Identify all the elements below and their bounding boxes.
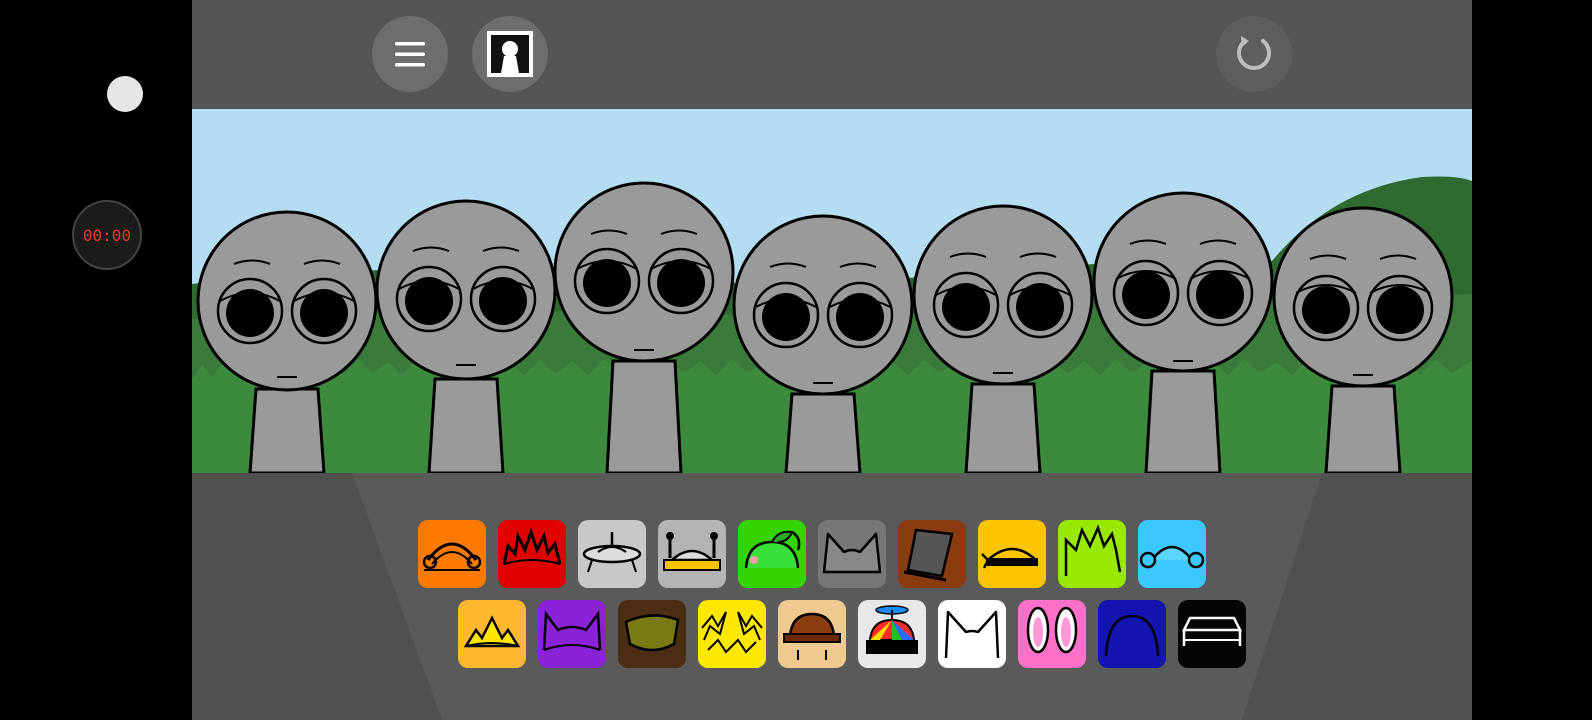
- swatch-yellow-headband[interactable]: [978, 520, 1046, 588]
- swatch-gray-antenna[interactable]: [658, 520, 726, 588]
- game-area: [192, 0, 1472, 720]
- recording-timer[interactable]: 00:00: [72, 200, 142, 270]
- swatch-olive-helmet[interactable]: [618, 600, 686, 668]
- sun-crown-icon: [463, 615, 521, 648]
- bunny-ears-icon: [1026, 606, 1078, 654]
- swatch-sun-crown[interactable]: [458, 600, 526, 668]
- earmuffs-icon: [1139, 545, 1205, 569]
- swatch-red-spiky[interactable]: [498, 520, 566, 588]
- hamburger-menu-icon: [395, 42, 425, 67]
- swatch-lime-spikes[interactable]: [1058, 520, 1126, 588]
- brown-hat-icon: [783, 612, 841, 660]
- reset-button[interactable]: [1216, 16, 1292, 92]
- bench-icon: [1181, 616, 1243, 646]
- lightning-icon: [701, 611, 763, 654]
- horns-icon: [542, 610, 602, 651]
- swatch-orange-headphones[interactable]: [418, 520, 486, 588]
- reset-icon: [1237, 36, 1271, 70]
- dome-icon: [1104, 614, 1160, 657]
- swatch-green-apple[interactable]: [738, 520, 806, 588]
- game-scene: [192, 109, 1472, 473]
- swatch-brown-tophat[interactable]: [898, 520, 966, 588]
- spiky-hair-icon: [502, 527, 562, 565]
- swatch-black-bench[interactable]: [1178, 600, 1246, 668]
- swatch-brown-hat[interactable]: [778, 600, 846, 668]
- right-black-bar: [1472, 0, 1592, 720]
- swatch-propeller-cap[interactable]: [858, 600, 926, 668]
- menu-button[interactable]: [372, 16, 448, 92]
- ufo-icon: [582, 532, 642, 573]
- photo-button[interactable]: [472, 16, 548, 92]
- swatch-cyan-earmuffs[interactable]: [1138, 520, 1206, 588]
- top-toolbar: [192, 0, 1472, 109]
- palette-row-1: [192, 520, 1472, 588]
- swatch-gray-cat-ears[interactable]: [818, 520, 886, 588]
- left-black-bar: 00:00: [0, 0, 192, 720]
- white-cat-ears-icon: [944, 610, 1000, 659]
- record-dot-icon[interactable]: [107, 76, 143, 112]
- antenna-helmet-icon: [663, 532, 721, 571]
- headphones-icon: [422, 542, 482, 571]
- apple-icon: [744, 530, 801, 569]
- portrait-photo-icon: [487, 31, 533, 77]
- swatch-pink-bunny-ears[interactable]: [1018, 600, 1086, 668]
- swatch-white-cat-ears[interactable]: [938, 600, 1006, 668]
- palette-row-2: [192, 600, 1472, 668]
- swatch-silver-ufo[interactable]: [578, 520, 646, 588]
- cat-ears-icon: [822, 532, 882, 574]
- swatch-lightning-sparks[interactable]: [698, 600, 766, 668]
- stage-shading: [192, 473, 1472, 720]
- propeller-cap-icon: [866, 605, 918, 654]
- swatch-navy-dome[interactable]: [1098, 600, 1166, 668]
- headband-icon: [981, 547, 1038, 569]
- tilted-hat-icon: [903, 528, 954, 582]
- lime-spikes-icon: [1064, 524, 1122, 576]
- olive-helmet-icon: [624, 614, 680, 652]
- stage-floor: [192, 473, 1472, 720]
- swatch-purple-horns[interactable]: [538, 600, 606, 668]
